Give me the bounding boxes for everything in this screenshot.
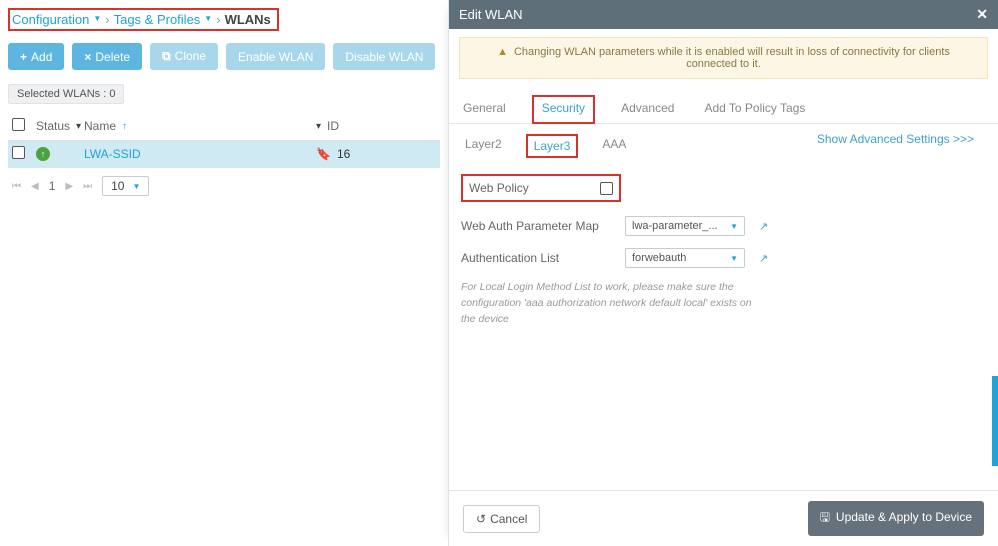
page-number: 1: [49, 179, 56, 193]
copy-icon: ⧉: [162, 49, 171, 63]
external-link-icon[interactable]: ↗: [759, 252, 768, 265]
tab-security[interactable]: Security: [532, 95, 595, 124]
edit-wlan-panel: Edit WLAN ✕ ▲Changing WLAN parameters wh…: [448, 0, 998, 546]
add-button[interactable]: +Add: [8, 43, 64, 70]
subtab-layer2[interactable]: Layer2: [459, 134, 508, 158]
chevron-down-icon: ▼: [730, 222, 738, 231]
plus-icon: +: [20, 50, 27, 64]
web-policy-row: Web Policy: [461, 174, 621, 202]
warning-icon: ▲: [497, 46, 508, 58]
auth-list-select[interactable]: forwebauth▼: [625, 248, 745, 268]
x-icon: ×: [84, 50, 91, 64]
col-status[interactable]: Status: [36, 119, 70, 133]
tag-icon: 🔖: [316, 147, 331, 161]
web-policy-label: Web Policy: [469, 181, 529, 195]
enable-wlan-button[interactable]: Enable WLAN: [226, 43, 325, 70]
col-id[interactable]: ID: [327, 119, 339, 133]
filter-icon[interactable]: ▾: [76, 121, 81, 132]
wlan-name-link[interactable]: LWA-SSID: [84, 147, 141, 161]
page-next-icon[interactable]: ▶: [65, 181, 73, 192]
breadcrumb: Configuration▼ › Tags & Profiles▼ › WLAN…: [8, 8, 279, 31]
pagesize-select[interactable]: 10▼: [102, 176, 149, 196]
sort-asc-icon[interactable]: ↑: [122, 121, 127, 132]
web-policy-checkbox[interactable]: [600, 182, 613, 195]
panel-title: Edit WLAN: [459, 7, 523, 22]
wlan-id: 16: [337, 147, 350, 161]
update-apply-button[interactable]: 🖫Update & Apply to Device: [808, 501, 984, 536]
page-last-icon[interactable]: ⏭: [83, 181, 92, 192]
select-all-checkbox[interactable]: [12, 118, 25, 131]
selected-count-badge: Selected WLANs : 0: [8, 84, 124, 104]
status-enabled-icon: [36, 147, 50, 161]
breadcrumb-current: WLANs: [225, 12, 271, 27]
breadcrumb-configuration[interactable]: Configuration: [12, 12, 89, 27]
table-row[interactable]: LWA-SSID 🔖 16: [8, 141, 440, 168]
cancel-button[interactable]: ↺Cancel: [463, 505, 540, 533]
auth-list-label: Authentication List: [461, 251, 611, 265]
undo-icon: ↺: [476, 512, 486, 526]
disable-wlan-button[interactable]: Disable WLAN: [333, 43, 435, 70]
close-icon[interactable]: ✕: [976, 6, 988, 23]
external-link-icon[interactable]: ↗: [759, 220, 768, 233]
tab-add-policy-tags[interactable]: Add To Policy Tags: [700, 95, 809, 123]
chevron-down-icon: ▼: [730, 254, 738, 263]
filter-icon[interactable]: ▾: [316, 121, 321, 132]
subtab-layer3[interactable]: Layer3: [526, 134, 579, 158]
breadcrumb-tags-profiles[interactable]: Tags & Profiles: [114, 12, 201, 27]
param-map-label: Web Auth Parameter Map: [461, 219, 611, 233]
local-login-note: For Local Login Method List to work, ple…: [461, 280, 761, 327]
tab-advanced[interactable]: Advanced: [617, 95, 678, 123]
warning-alert: ▲Changing WLAN parameters while it is en…: [459, 37, 988, 79]
row-checkbox[interactable]: [12, 146, 25, 159]
tab-general[interactable]: General: [459, 95, 510, 123]
table-header: Status ▾ Name ↑ ▾ ID: [8, 110, 440, 141]
param-map-select[interactable]: lwa-parameter_...▼: [625, 216, 745, 236]
page-prev-icon[interactable]: ◀: [31, 181, 39, 192]
chevron-down-icon: ▼: [132, 182, 140, 191]
show-advanced-settings-link[interactable]: Show Advanced Settings >>>: [817, 132, 974, 146]
page-first-icon[interactable]: ⏮: [12, 181, 21, 192]
delete-button[interactable]: ×Delete: [72, 43, 142, 70]
subtab-aaa[interactable]: AAA: [596, 134, 632, 158]
side-handle[interactable]: [992, 376, 998, 466]
col-name[interactable]: Name: [84, 119, 116, 133]
clone-button[interactable]: ⧉Clone: [150, 43, 218, 70]
save-icon: 🖫: [820, 510, 830, 524]
main-tabs: General Security Advanced Add To Policy …: [449, 95, 998, 124]
pagination: ⏮ ◀ 1 ▶ ⏭ 10▼: [8, 168, 440, 204]
